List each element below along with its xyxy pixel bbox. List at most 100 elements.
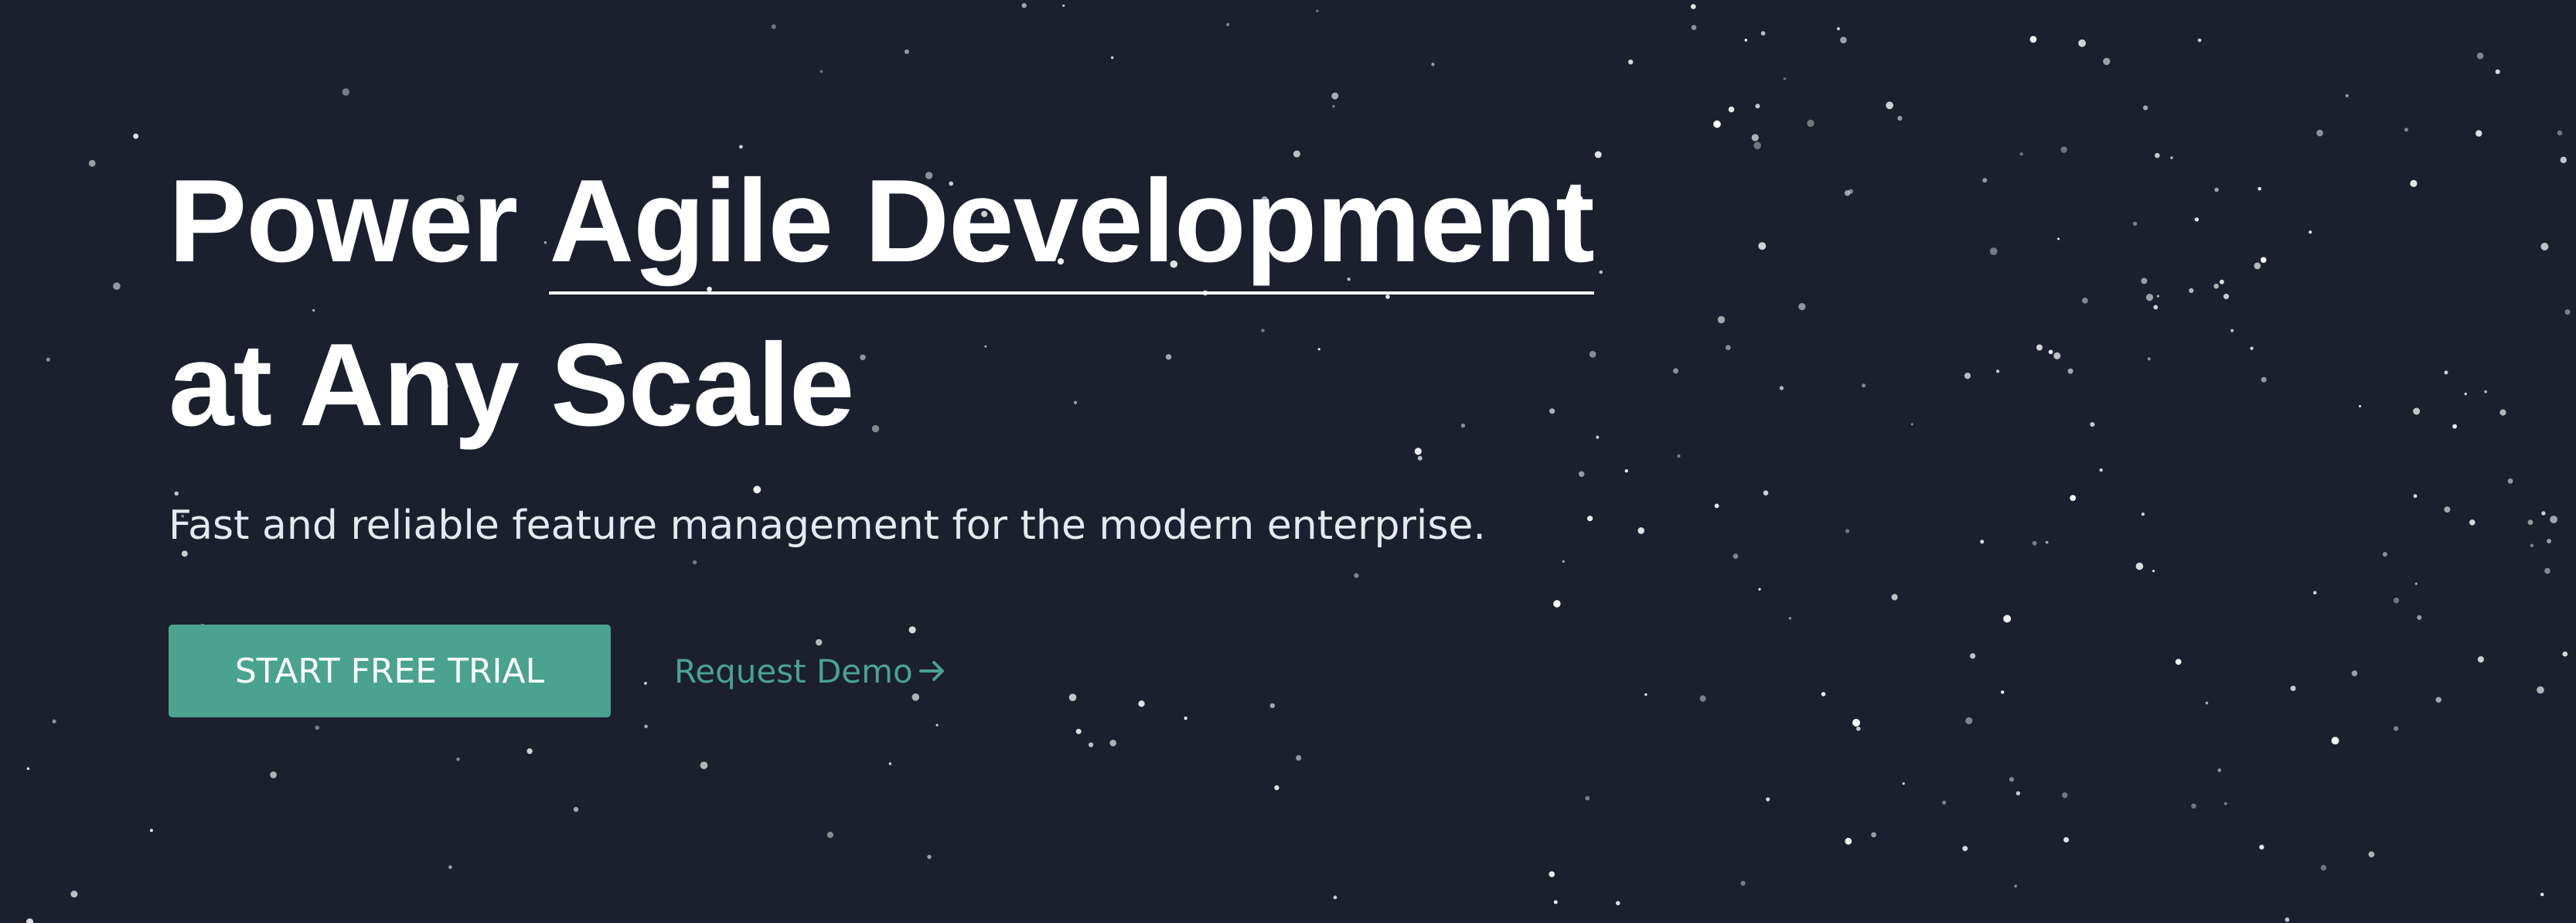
star [270, 771, 277, 778]
star [2464, 392, 2467, 396]
star [1226, 22, 1230, 26]
star [26, 918, 34, 923]
star [46, 357, 50, 362]
star [2132, 221, 2138, 226]
star [644, 724, 648, 729]
hero-content: Power Agile Development at Any Scale Fas… [169, 139, 1715, 717]
star [1848, 189, 1853, 194]
star [2062, 792, 2068, 799]
star [2495, 69, 2500, 74]
star [1728, 106, 1735, 113]
star [1840, 36, 1847, 44]
star [2435, 697, 2441, 703]
star [2413, 407, 2421, 415]
star [2351, 670, 2358, 676]
star [2189, 288, 2194, 293]
star [1798, 303, 1806, 311]
arrow-right-icon [918, 658, 947, 684]
star [2145, 294, 2154, 301]
star [1845, 837, 1852, 845]
headline-line-2: at Any Scale [169, 319, 854, 451]
star [2063, 836, 2070, 843]
star [181, 550, 188, 557]
cta-row: START FREE TRIAL Request Demo [169, 625, 947, 717]
star [2141, 278, 2148, 284]
star [1562, 560, 1565, 563]
star [342, 88, 349, 96]
star [2223, 802, 2227, 805]
star [1758, 588, 1761, 591]
star [1553, 600, 1561, 608]
star [1075, 728, 1082, 734]
star [1714, 503, 1719, 509]
star [2099, 468, 2103, 472]
star [1628, 60, 1634, 65]
star [1333, 895, 1337, 900]
hero-headline: Power Agile Development at Any Scale [169, 139, 1715, 467]
star [1807, 119, 1814, 128]
star [2214, 187, 2219, 192]
star [2219, 279, 2224, 284]
star [2547, 539, 2552, 543]
star [693, 560, 697, 565]
star [2257, 186, 2261, 191]
star [2290, 686, 2296, 691]
star [2368, 851, 2375, 858]
star [1725, 345, 1731, 350]
star [52, 719, 56, 724]
star [2036, 344, 2043, 351]
star [1970, 653, 1976, 659]
request-demo-link[interactable]: Request Demo [674, 652, 947, 690]
star [1942, 800, 1947, 805]
star [1068, 693, 1077, 701]
star [1553, 900, 1558, 904]
star [2223, 293, 2230, 300]
star [1783, 77, 1787, 80]
star [2156, 295, 2159, 298]
headline-prefix: Power [169, 155, 550, 287]
star [2309, 230, 2312, 234]
star [1296, 754, 1302, 761]
star [2313, 591, 2317, 594]
star [1871, 832, 1877, 838]
star [2009, 777, 2015, 782]
star [1549, 871, 1555, 877]
star [1897, 115, 1903, 121]
start-free-trial-button[interactable]: START FREE TRIAL [169, 625, 611, 717]
star [2250, 346, 2254, 350]
star [1021, 2, 1027, 9]
star [1995, 370, 2000, 373]
star [2475, 130, 2482, 137]
star [2070, 495, 2077, 502]
headline-line-1: Power Agile Development [169, 139, 1715, 303]
star [2082, 298, 2088, 304]
star [2141, 513, 2145, 516]
star [2331, 737, 2339, 745]
star [2564, 309, 2571, 315]
star [2261, 257, 2267, 264]
star [2477, 656, 2484, 663]
star [315, 725, 320, 731]
star [1637, 527, 1644, 534]
hero-section: Power Agile Development at Any Scale Fas… [0, 0, 2576, 923]
star [927, 854, 932, 860]
star [1585, 795, 1590, 801]
star [2540, 892, 2544, 897]
star [1354, 573, 1359, 578]
star [2537, 686, 2544, 694]
star [448, 865, 452, 869]
star [1138, 700, 1145, 707]
star [1316, 9, 1319, 12]
star [2359, 404, 2362, 408]
star [700, 761, 708, 769]
star [1274, 785, 1279, 791]
star [2560, 156, 2567, 164]
star [2316, 129, 2323, 137]
star [2001, 690, 2005, 694]
star [2404, 128, 2409, 132]
star [935, 724, 939, 727]
star [1982, 178, 1988, 183]
star [2285, 917, 2290, 922]
star [1962, 846, 1968, 851]
star [2557, 130, 2563, 136]
